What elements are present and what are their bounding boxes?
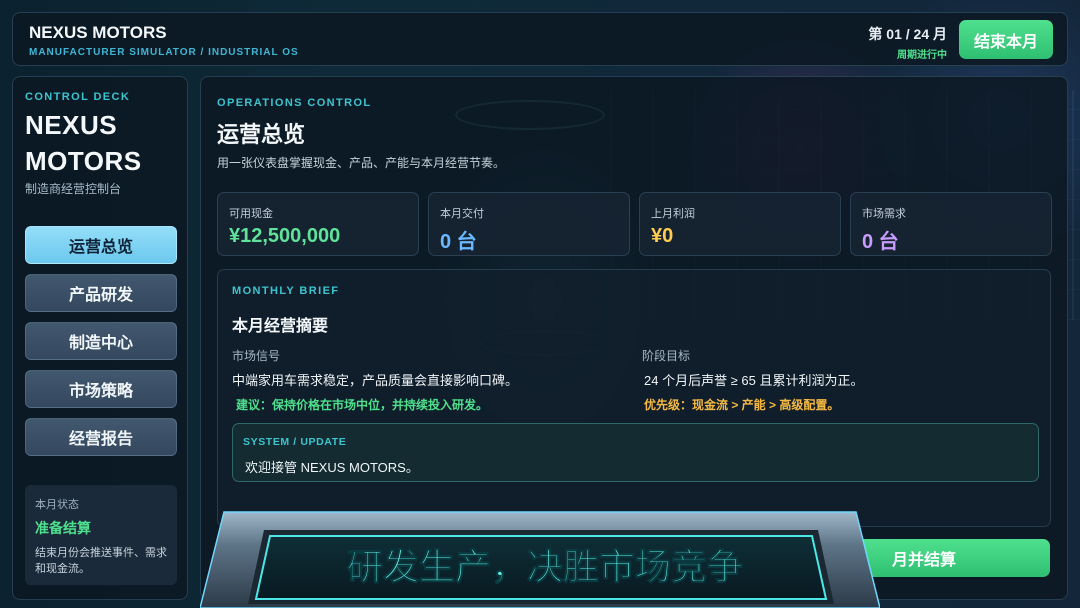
- nav-product-rd[interactable]: 产品研发: [25, 274, 177, 312]
- nav-overview[interactable]: 运营总览: [25, 226, 177, 264]
- page-description: 用一张仪表盘掌握现金、产品、产能与本月经营节奏。: [217, 156, 506, 170]
- stat-card-profit: 上月利润 ¥0: [639, 192, 841, 256]
- app-subtitle: MANUFACTURER SIMULATOR / INDUSTRIAL OS: [29, 47, 299, 58]
- stat-value: ¥12,500,000: [229, 225, 341, 247]
- stat-value: 0 台: [440, 231, 477, 253]
- nav-business-report[interactable]: 经营报告: [25, 418, 177, 456]
- period-status: 周期进行中: [897, 50, 947, 61]
- nav-manufacturing[interactable]: 制造中心: [25, 322, 177, 360]
- system-kicker: SYSTEM / UPDATE: [243, 436, 347, 448]
- page-title: 运营总览: [217, 122, 306, 147]
- stage-goal-hint: 优先级：现金流 > 产能 > 高级配置。: [644, 398, 840, 412]
- stat-card-demand: 市场需求 0 台: [850, 192, 1052, 256]
- monthly-brief-card: MONTHLY BRIEF 本月经营摘要 市场信号 中端家用车需求稳定，产品质量…: [217, 269, 1051, 527]
- market-signal-text: 中端家用车需求稳定，产品质量会直接影响口碑。: [232, 373, 519, 388]
- stat-label: 可用现金: [229, 208, 273, 220]
- brand-line-1: NEXUS: [25, 110, 118, 140]
- stat-label: 上月利润: [651, 208, 695, 220]
- market-signal-hint: 建议：保持价格在市场中位，并持续投入研发。: [236, 398, 489, 412]
- sidebar-kicker: CONTROL DECK: [25, 91, 131, 103]
- stat-label: 市场需求: [862, 208, 906, 220]
- system-message: 欢迎接管 NEXUS MOTORS。: [245, 460, 419, 475]
- brand-subtitle: 制造商经营控制台: [25, 182, 122, 196]
- stage-goal-label: 阶段目标: [642, 349, 691, 363]
- stage-goal-text: 24 个月后声誉 ≥ 65 且累计利润为正。: [644, 373, 864, 388]
- app-title: NEXUS MOTORS: [29, 23, 167, 42]
- month-status-title: 本月状态: [35, 499, 79, 511]
- sidebar: CONTROL DECK NEXUS MOTORS 制造商经营控制台 运营总览 …: [12, 76, 188, 600]
- stat-card-cash: 可用现金 ¥12,500,000: [217, 192, 419, 256]
- nav-market-strategy[interactable]: 市场策略: [25, 370, 177, 408]
- end-month-button[interactable]: 结束本月: [959, 20, 1053, 59]
- main-kicker: OPERATIONS CONTROL: [217, 97, 372, 109]
- stat-value: ¥0: [651, 225, 674, 247]
- banner-slogan: 研发生产，决胜市场竞争: [347, 546, 743, 587]
- stat-card-deliveries: 本月交付 0 台: [428, 192, 630, 256]
- period-label: 第 01 / 24 月: [868, 26, 947, 42]
- month-status-card: 本月状态 准备结算 结束月份会推送事件、需求和现金流。: [25, 485, 177, 585]
- stat-label: 本月交付: [440, 208, 484, 220]
- month-status-desc: 结束月份会推送事件、需求和现金流。: [35, 547, 167, 575]
- top-bar: NEXUS MOTORS MANUFACTURER SIMULATOR / IN…: [12, 12, 1068, 66]
- brand-line-2: MOTORS: [25, 146, 142, 176]
- stat-value: 0 台: [862, 231, 899, 253]
- brief-title: 本月经营摘要: [232, 318, 329, 335]
- system-update-box: SYSTEM / UPDATE 欢迎接管 NEXUS MOTORS。: [232, 423, 1039, 482]
- promo-banner: 研发生产，决胜市场竞争: [200, 511, 880, 608]
- market-signal-label: 市场信号: [232, 349, 281, 363]
- month-status-value: 准备结算: [35, 520, 91, 536]
- brief-kicker: MONTHLY BRIEF: [232, 285, 340, 297]
